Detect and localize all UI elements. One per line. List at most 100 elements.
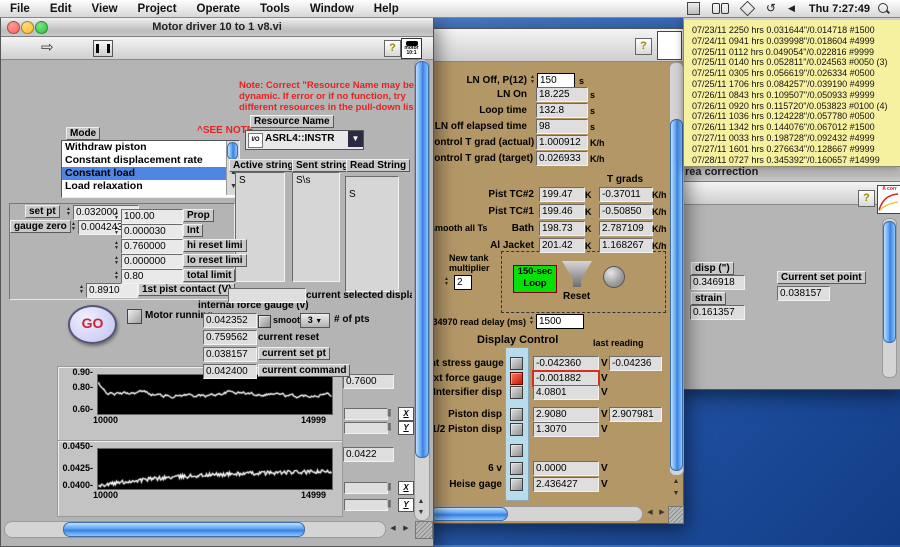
- run-button[interactable]: ⇨: [41, 38, 54, 56]
- read-delay-value[interactable]: 1500: [536, 314, 584, 329]
- vi-icon-blank[interactable]: [657, 31, 682, 60]
- scroll-right-icon[interactable]: ▶: [656, 507, 668, 519]
- menu-tools[interactable]: Tools: [250, 0, 300, 18]
- new-tank-value[interactable]: 2: [454, 275, 472, 290]
- history-icon[interactable]: ↺: [766, 0, 776, 17]
- diamond-icon[interactable]: [740, 1, 756, 17]
- spotlight-icon[interactable]: [878, 3, 890, 15]
- scroll-right-icon[interactable]: ▶: [400, 523, 412, 535]
- dc-row-toggle[interactable]: [510, 462, 523, 475]
- vertical-scrollbar-thumb[interactable]: [415, 61, 429, 458]
- loop-150sec-button[interactable]: 150-sec Loop: [513, 265, 557, 293]
- help-icon[interactable]: ?: [384, 40, 401, 57]
- pid-spinner[interactable]: [113, 241, 120, 251]
- pid-value[interactable]: 0.000030: [121, 224, 183, 239]
- pid-label: hi reset limi: [183, 239, 247, 252]
- pid-value[interactable]: 0.000000: [121, 254, 183, 269]
- back-icon[interactable]: ◀: [788, 0, 795, 17]
- zoom-button[interactable]: [35, 21, 48, 34]
- ln-row-value[interactable]: 150: [537, 73, 575, 88]
- sent-string-box[interactable]: S\s: [292, 172, 340, 282]
- pause-button[interactable]: [93, 40, 113, 57]
- binoculars-icon[interactable]: [712, 3, 729, 14]
- horizontal-scrollbar-thumb[interactable]: [430, 507, 508, 521]
- menu-clock[interactable]: Thu 7:27:49: [809, 3, 870, 15]
- motor-driver-titlebar[interactable]: Motor driver 10 to 1 v8.vi: [1, 18, 433, 37]
- graph1-x-scale-button[interactable]: X: [398, 407, 414, 421]
- dc-row-toggle[interactable]: [510, 357, 523, 370]
- scroll-down-icon[interactable]: ▼: [670, 488, 682, 500]
- scroll-up-icon[interactable]: ▲: [670, 476, 682, 488]
- first-contact-spinner[interactable]: [78, 285, 85, 295]
- graph2-y-scale-button[interactable]: Y: [398, 498, 414, 512]
- read-string-box[interactable]: S: [345, 176, 399, 292]
- dc-row-toggle[interactable]: [510, 444, 523, 457]
- scroll-left-icon[interactable]: ◀: [644, 507, 656, 519]
- set-pt-spinner[interactable]: [65, 207, 72, 217]
- mode-item[interactable]: Constant displacement rate: [62, 154, 227, 167]
- mode-item[interactable]: Constant load: [62, 167, 227, 180]
- pid-spinner[interactable]: [113, 271, 120, 281]
- graph1-y-scale-button[interactable]: Y: [398, 421, 414, 435]
- menu-help[interactable]: Help: [364, 0, 409, 18]
- log-line: 07/23/11 2250 hrs 0.031644"/0.014718 #15…: [692, 25, 900, 36]
- pid-spinner[interactable]: [113, 226, 120, 236]
- help-icon[interactable]: ?: [858, 190, 875, 207]
- scroll-down-icon[interactable]: ▼: [415, 507, 427, 519]
- graph2-y-scale-lock-icon[interactable]: |||: [387, 498, 390, 510]
- chevron-down-icon[interactable]: ▼: [348, 131, 363, 147]
- pid-spinner[interactable]: [113, 256, 120, 266]
- mode-item[interactable]: Load relaxation: [62, 180, 227, 193]
- desktop: { "colors": {"selection":"#4f86e3","tan"…: [0, 0, 900, 545]
- vertical-scrollbar-thumb[interactable]: [883, 221, 896, 343]
- read-delay-spinner[interactable]: [528, 316, 535, 326]
- graph2-x-scale-button[interactable]: X: [398, 481, 414, 495]
- mode-item[interactable]: Withdraw piston: [62, 141, 227, 154]
- ln-row-value: 18.225: [536, 87, 588, 102]
- dc-row-toggle[interactable]: [510, 408, 523, 421]
- resize-grip[interactable]: [415, 521, 433, 539]
- pid-value[interactable]: 0.760000: [121, 239, 183, 254]
- app-switcher-icon[interactable]: [687, 2, 700, 15]
- graph2-x-scale-lock-icon[interactable]: |||: [387, 481, 390, 493]
- disp-value: 0.346918: [690, 275, 745, 290]
- gauge-row-label: current command: [258, 364, 350, 377]
- menu-window[interactable]: Window: [300, 0, 364, 18]
- dc-row-toggle[interactable]: [510, 478, 523, 491]
- minimize-button[interactable]: [21, 21, 34, 34]
- gauge-zero-spinner[interactable]: [70, 222, 77, 232]
- dc-row-last-reading: 2.907981: [609, 407, 662, 422]
- smooth-toggle[interactable]: [258, 315, 271, 328]
- new-tank-spinner[interactable]: [443, 277, 450, 287]
- first-contact-value[interactable]: 0.8910: [86, 283, 138, 298]
- close-button[interactable]: [7, 21, 20, 34]
- pid-value[interactable]: 0.80: [121, 269, 183, 284]
- menu-file[interactable]: File: [0, 0, 40, 18]
- status-led[interactable]: [603, 266, 625, 288]
- resize-grip[interactable]: [668, 506, 684, 524]
- dc-row-toggle[interactable]: [510, 423, 523, 436]
- dc-row-toggle[interactable]: [510, 372, 523, 385]
- menu-operate[interactable]: Operate: [187, 0, 250, 18]
- menu-project[interactable]: Project: [128, 0, 187, 18]
- help-icon[interactable]: ?: [635, 38, 652, 55]
- menu-edit[interactable]: Edit: [40, 0, 82, 18]
- num-pts-dropdown[interactable]: 3 ▼: [300, 313, 330, 328]
- vi-icon-a-corr[interactable]: A corr: [877, 185, 900, 214]
- motor-running-checkbox[interactable]: [127, 309, 142, 324]
- listbox-scrollbar-thumb[interactable]: [227, 142, 238, 160]
- graph1-x-scale-lock-icon[interactable]: |||: [387, 407, 390, 419]
- vi-icon-motor[interactable]: motor 10:1: [401, 38, 422, 59]
- scroll-left-icon[interactable]: ◀: [387, 523, 399, 535]
- pid-spinner[interactable]: [113, 211, 120, 221]
- vertical-scrollbar-thumb[interactable]: [670, 119, 683, 471]
- menu-view[interactable]: View: [82, 0, 128, 18]
- ln-row-spinner[interactable]: [529, 75, 536, 85]
- horizontal-scrollbar-thumb[interactable]: [63, 522, 305, 537]
- pid-value[interactable]: 100.00: [121, 209, 183, 224]
- current-selected-displacement-box: [228, 288, 306, 303]
- dc-row-toggle[interactable]: [510, 386, 523, 399]
- go-button[interactable]: GO: [68, 305, 117, 344]
- graph1-y-scale-lock-icon[interactable]: |||: [387, 421, 390, 433]
- resource-name-combo[interactable]: I/O ASRL4::INSTR ▼: [245, 130, 364, 150]
